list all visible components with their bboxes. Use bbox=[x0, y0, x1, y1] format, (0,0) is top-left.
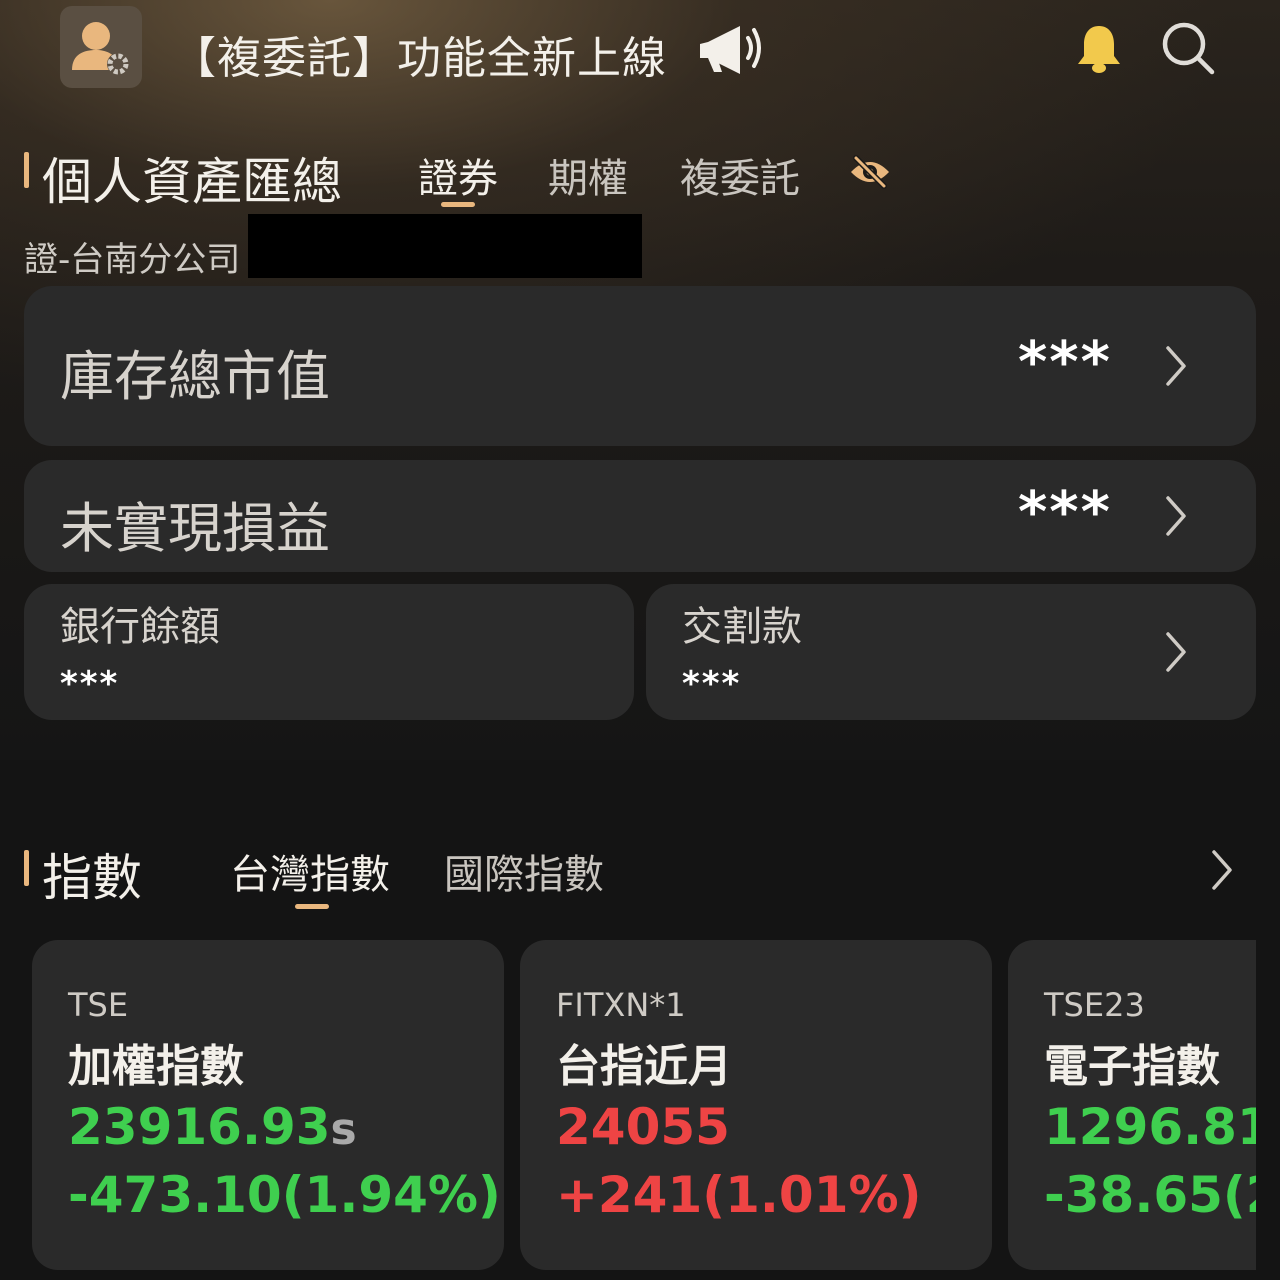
unrealized-label: 未實現損益 bbox=[60, 497, 330, 560]
tab-sub-brokerage[interactable]: 複委託 bbox=[680, 146, 800, 204]
section-accent-bar bbox=[24, 152, 29, 188]
unrealized-pnl-card[interactable]: 未實現損益 *** bbox=[24, 460, 1256, 572]
inventory-value: *** bbox=[1018, 330, 1112, 395]
inventory-label: 庫存總市值 bbox=[60, 345, 330, 408]
settlement-value: *** bbox=[682, 664, 742, 704]
unrealized-value: *** bbox=[1018, 480, 1112, 545]
index-card-fitxn[interactable]: FITXN*1 台指近月 24055 +241(1.01%) bbox=[520, 940, 992, 1270]
user-gear-icon bbox=[72, 22, 129, 75]
bank-balance-label: 銀行餘額 bbox=[60, 604, 220, 650]
branch-name: 證-台南分公司 bbox=[24, 240, 241, 280]
account-settings-button[interactable] bbox=[60, 6, 142, 88]
index-code: TSE23 bbox=[1044, 986, 1145, 1024]
tab-active-underline bbox=[295, 904, 329, 909]
index-code: FITXN*1 bbox=[556, 986, 686, 1024]
megaphone-icon bbox=[700, 26, 761, 74]
notification-bell-icon[interactable] bbox=[1072, 22, 1126, 76]
search-icon[interactable] bbox=[1160, 20, 1216, 76]
index-change: -38.65(2. bbox=[1044, 1166, 1256, 1224]
tab-taiwan-indices[interactable]: 台灣指數 bbox=[230, 842, 390, 900]
tab-securities[interactable]: 證券 bbox=[418, 146, 498, 204]
bank-balance-value: *** bbox=[60, 664, 120, 704]
index-price: 1296.81s bbox=[1044, 1098, 1256, 1156]
chevron-right-icon bbox=[1166, 346, 1186, 386]
bank-balance-card: 銀行餘額 *** bbox=[24, 584, 634, 720]
index-name: 加權指數 bbox=[68, 1041, 244, 1092]
inventory-market-value-card[interactable]: 庫存總市值 *** bbox=[24, 286, 1256, 446]
settlement-label: 交割款 bbox=[682, 604, 802, 650]
index-change: +241(1.01%) bbox=[556, 1166, 922, 1224]
tab-active-underline bbox=[441, 202, 475, 207]
index-name: 電子指數 bbox=[1044, 1041, 1220, 1092]
indices-section-title: 指數 bbox=[42, 849, 142, 907]
redacted-account-number bbox=[248, 214, 642, 278]
chevron-right-icon bbox=[1166, 496, 1186, 536]
assets-section-title: 個人資產匯總 bbox=[42, 153, 342, 211]
index-name: 台指近月 bbox=[556, 1041, 732, 1092]
index-change: -473.10(1.94%) bbox=[68, 1166, 501, 1224]
index-code: TSE bbox=[68, 986, 129, 1024]
index-card-tse23[interactable]: TSE23 電子指數 1296.81s -38.65(2. bbox=[1008, 940, 1256, 1270]
tab-options[interactable]: 期權 bbox=[548, 146, 628, 204]
index-card-tse[interactable]: TSE 加權指數 23916.93s -473.10(1.94%) bbox=[32, 940, 504, 1270]
chevron-right-icon[interactable] bbox=[1208, 848, 1236, 892]
announcement-banner-text[interactable]: 【複委託】功能全新上線 bbox=[172, 22, 667, 86]
section-accent-bar bbox=[24, 850, 29, 886]
tab-international-indices[interactable]: 國際指數 bbox=[444, 842, 604, 900]
index-price: 24055 bbox=[556, 1098, 730, 1156]
settlement-card[interactable]: 交割款 *** bbox=[646, 584, 1256, 720]
hide-values-eye-icon[interactable] bbox=[848, 154, 892, 190]
chevron-right-icon bbox=[1166, 632, 1186, 672]
index-price: 23916.93s bbox=[68, 1098, 357, 1156]
